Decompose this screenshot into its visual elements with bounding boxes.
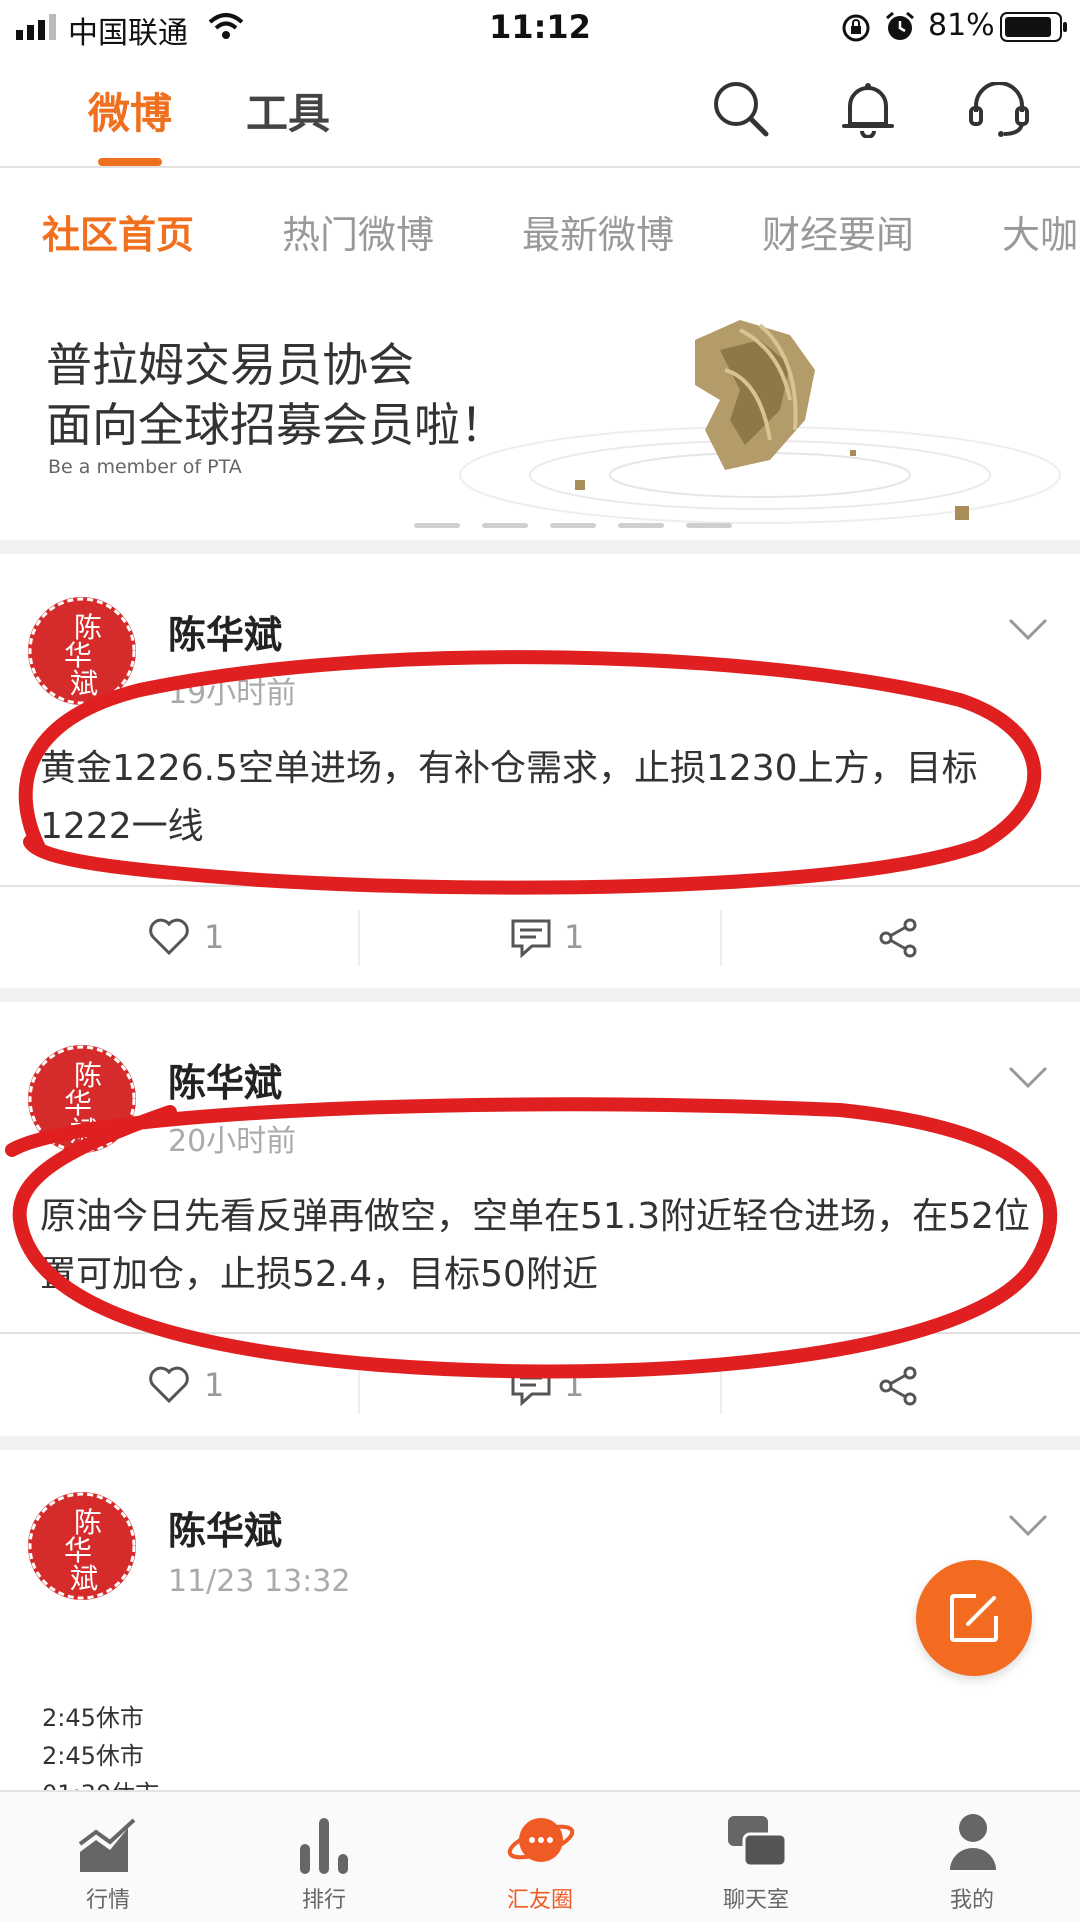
heart-icon[interactable] (148, 918, 190, 956)
active-tab-indicator (98, 158, 162, 166)
share-icon[interactable] (878, 1366, 918, 1406)
battery-percent: 81% (928, 8, 995, 43)
nav-label-chatroom: 聊天室 (722, 1888, 789, 1913)
action-separator (358, 910, 360, 966)
post-time: 19小时前 (168, 676, 297, 711)
carousel-dot[interactable] (686, 523, 732, 528)
post-divider (0, 1332, 1080, 1334)
nav-label-ranking: 排行 (301, 1888, 346, 1913)
action-separator (358, 1358, 360, 1414)
nav-label-profile: 我的 (949, 1888, 994, 1913)
comment-icon[interactable] (510, 1366, 552, 1406)
carousel-dot[interactable] (618, 523, 664, 528)
subnav-latest-weibo[interactable]: 最新微博 (522, 204, 674, 259)
tab-tools[interactable]: 工具 (246, 80, 330, 141)
avatar-char: 斌 (70, 667, 98, 700)
author-avatar[interactable]: 陈 华 斌 (28, 597, 136, 705)
post-time: 11/23 13:32 (168, 1564, 351, 1599)
search-icon[interactable] (712, 80, 770, 138)
post-author[interactable]: 陈华斌 (168, 604, 282, 659)
subnav-community-home[interactable]: 社区首页 (42, 204, 194, 259)
subnav-experts[interactable]: 大咖 (1002, 204, 1080, 259)
chevron-down-icon[interactable] (1008, 618, 1048, 640)
bar-ranking-icon (300, 1818, 348, 1874)
avatar-char: 斌 (70, 1115, 98, 1148)
avatar-seal-image: 陈 华 斌 (28, 1045, 136, 1153)
compose-button[interactable] (916, 1560, 1032, 1676)
share-icon[interactable] (878, 918, 918, 958)
subnav-hot-weibo[interactable]: 热门微博 (282, 204, 434, 259)
post-time: 20小时前 (168, 1124, 297, 1159)
banner-title: 普拉姆交易员协会 面向全球招募会员啦！ (46, 335, 506, 455)
nav-label-market: 行情 (85, 1888, 130, 1913)
edit-icon (950, 1594, 998, 1642)
status-bar: 中国联通 11:12 81% (0, 0, 1080, 56)
rotation-lock-icon (842, 14, 870, 42)
banner-title-line2: 面向全球招募会员啦！ (46, 398, 506, 452)
action-separator (720, 1358, 722, 1414)
post-body: 黄金1226.5空单进场，有补仓需求，止损1230上方，目标1222一线 (40, 748, 978, 847)
subnav-finance-news[interactable]: 财经要闻 (762, 204, 914, 259)
author-avatar[interactable]: 陈 华 斌 (28, 1492, 136, 1600)
post-text-line: 2:45休市 (42, 1704, 144, 1732)
banner-title-line1: 普拉姆交易员协会 (46, 338, 414, 392)
lion-logo-illustration (459, 320, 1061, 524)
carousel-dot[interactable] (414, 523, 460, 528)
chevron-down-icon[interactable] (1008, 1066, 1048, 1088)
tab-weibo[interactable]: 微博 (88, 80, 172, 141)
section-gap (0, 988, 1080, 1002)
post-author[interactable]: 陈华斌 (168, 1052, 282, 1107)
battery-icon (1000, 12, 1067, 42)
banner-subtitle: Be a member of PTA (48, 456, 242, 478)
avatar-seal-image: 陈 华 斌 (28, 1492, 136, 1600)
post-body: 原油今日先看反弹再做空，空单在51.3附近轻仓进场，在52位置可加仓，止损52.… (40, 1196, 1030, 1295)
author-avatar[interactable]: 陈 华 斌 (28, 1045, 136, 1153)
comment-icon[interactable] (510, 918, 552, 958)
avatar-char: 斌 (70, 1562, 98, 1595)
heart-icon[interactable] (148, 1366, 190, 1404)
carousel-dot[interactable] (482, 523, 528, 528)
post-divider (0, 885, 1080, 887)
bell-icon[interactable] (840, 80, 896, 138)
trend-chart-icon (78, 1818, 136, 1872)
section-gap (0, 1436, 1080, 1450)
avatar-seal-image: 陈 华 斌 (28, 597, 136, 705)
like-count: 1 (204, 1366, 225, 1404)
carousel-dot[interactable] (550, 523, 596, 528)
alarm-icon (886, 11, 914, 40)
customer-service-icon[interactable] (968, 82, 1030, 138)
action-separator (720, 910, 722, 966)
post-author[interactable]: 陈华斌 (168, 1500, 282, 1555)
chat-bubbles-icon (728, 1816, 788, 1868)
chevron-down-icon[interactable] (1008, 1514, 1048, 1536)
planet-chat-icon (507, 1818, 575, 1862)
comment-count: 1 (564, 918, 585, 956)
status-time: 11:12 (489, 8, 591, 46)
nav-label-friends-circle: 汇友圈 (506, 1888, 573, 1913)
like-count: 1 (204, 918, 225, 956)
section-gap (0, 540, 1080, 554)
post-text-line: 2:45休市 (42, 1742, 144, 1770)
comment-count: 1 (564, 1366, 585, 1404)
user-icon (950, 1814, 996, 1870)
header-divider (0, 166, 1080, 168)
